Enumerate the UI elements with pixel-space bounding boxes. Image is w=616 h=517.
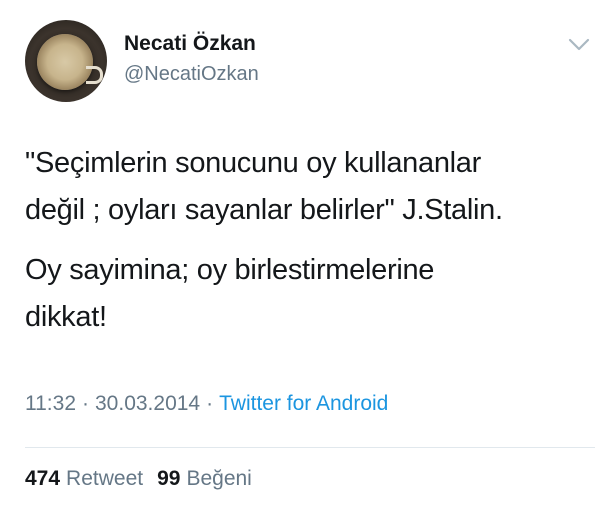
meta-separator: · <box>82 392 89 415</box>
tweet-date: 30.03.2014 <box>95 392 201 415</box>
tweet-time: 11:32 <box>25 392 76 415</box>
coffee-cup-image <box>37 34 93 90</box>
tweet-source-link[interactable]: Twitter for Android <box>219 392 388 415</box>
retweet-stat[interactable]: 474 Retweet <box>25 467 143 490</box>
tweet-card: Necati Özkan @NecatiOzkan "Seçimlerin so… <box>0 0 616 517</box>
like-label: Beğeni <box>186 467 252 490</box>
tweet-stats: 474 Retweet 99 Beğeni <box>25 467 252 491</box>
display-name[interactable]: Necati Özkan <box>124 32 256 56</box>
tweet-text: "Seçimlerin sonucunu oy kullananlar deği… <box>25 140 595 341</box>
chevron-down-icon[interactable] <box>568 38 590 52</box>
tweet-meta: 11:32 · 30.03.2014 · Twitter for Android <box>25 392 388 416</box>
divider <box>25 447 595 448</box>
cup-handle <box>86 66 103 84</box>
like-stat[interactable]: 99 Beğeni <box>157 467 252 490</box>
tweet-paragraph: Oy sayimina; oy birlestirmelerine dikkat… <box>25 254 435 333</box>
retweet-count: 474 <box>25 467 61 490</box>
tweet-paragraph: "Seçimlerin sonucunu oy kullananlar deği… <box>25 147 503 226</box>
like-count: 99 <box>157 467 181 490</box>
retweet-label: Retweet <box>66 467 144 490</box>
user-handle[interactable]: @NecatiOzkan <box>124 63 259 86</box>
user-avatar[interactable] <box>25 20 107 102</box>
meta-separator: · <box>206 392 214 415</box>
